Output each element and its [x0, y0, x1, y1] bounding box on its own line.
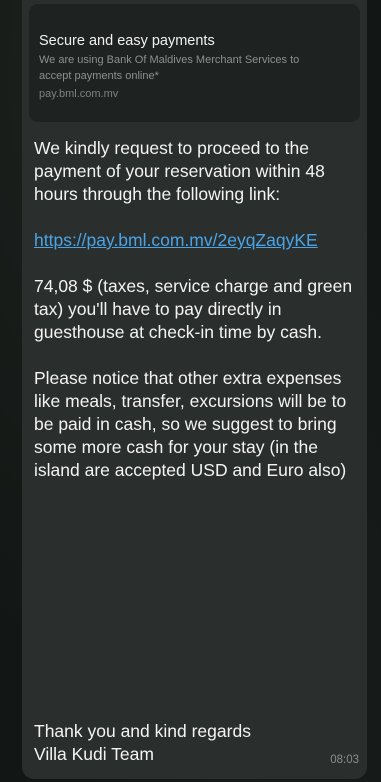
message-paragraph: We kindly request to proceed to the paym… [34, 138, 325, 204]
message-body: We kindly request to proceed to the paym… [34, 137, 364, 505]
link-preview-domain: pay.bml.com.mv [39, 88, 119, 100]
message-closing: Thank you and kind regards Villa Kudi Te… [34, 720, 334, 766]
link-preview-card[interactable]: Secure and easy payments We are using Ba… [29, 4, 360, 122]
payment-link[interactable]: https://pay.bml.com.mv/2eyqZaqyKE [34, 230, 318, 250]
message-paragraph: Please notice that other extra expenses … [34, 368, 347, 480]
message-bubble[interactable]: Secure and easy payments We are using Ba… [22, 0, 367, 779]
message-paragraph: 74,08 $ (taxes, service charge and green… [34, 276, 353, 342]
link-preview-description: We are using Bank Of Maldives Merchant S… [39, 54, 300, 82]
closing-line: Thank you and kind regards [34, 721, 251, 741]
message-timestamp: 08:03 [330, 754, 359, 766]
signature-line: Villa Kudi Team [34, 744, 154, 764]
link-preview-title: Secure and easy payments [39, 33, 215, 49]
